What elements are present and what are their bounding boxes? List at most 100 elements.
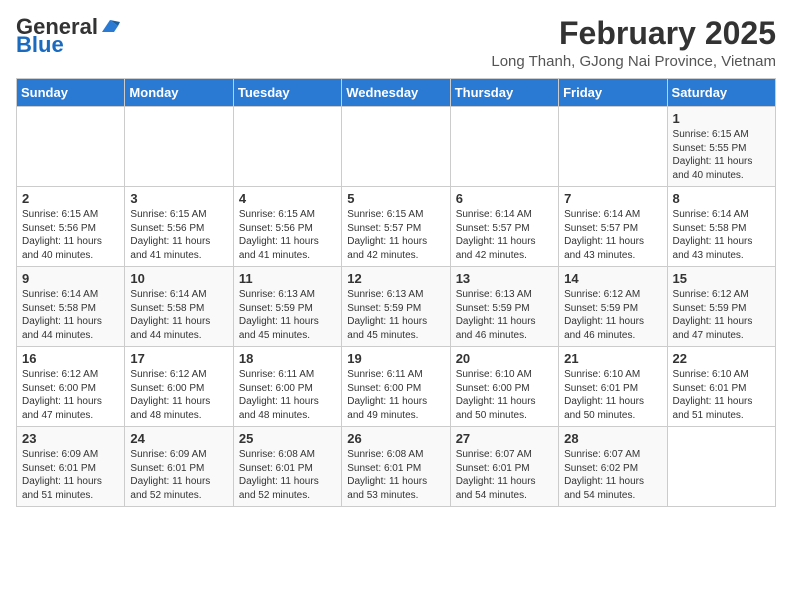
day-number: 15 [673, 271, 770, 286]
calendar-cell: 16 Sunrise: 6:12 AM Sunset: 6:00 PM Dayli… [17, 347, 125, 427]
day-number: 16 [22, 351, 119, 366]
calendar-week-row: 16 Sunrise: 6:12 AM Sunset: 6:00 PM Dayli… [17, 347, 776, 427]
day-number: 3 [130, 191, 227, 206]
day-info: Sunrise: 6:15 AM Sunset: 5:55 PM Dayligh… [673, 128, 770, 182]
day-info: Sunrise: 6:15 AM Sunset: 5:56 PM Dayligh… [22, 208, 119, 262]
calendar-cell: 4 Sunrise: 6:15 AM Sunset: 5:56 PM Daylig… [233, 187, 341, 267]
calendar-cell: 6Sunrise: 6:14 AM Sunset: 5:57 PM Daylig… [450, 187, 558, 267]
day-number: 18 [239, 351, 336, 366]
calendar-cell [667, 427, 775, 507]
day-number: 13 [456, 271, 553, 286]
weekday-header: Thursday [450, 79, 558, 107]
day-number: 17 [130, 351, 227, 366]
calendar-week-row: 1 Sunrise: 6:15 AM Sunset: 5:55 PM Daylig… [17, 107, 776, 187]
calendar-cell: 1 Sunrise: 6:15 AM Sunset: 5:55 PM Daylig… [667, 107, 775, 187]
day-info: Sunrise: 6:14 AM Sunset: 5:57 PM Dayligh… [456, 208, 553, 262]
day-info: Sunrise: 6:07 AM Sunset: 6:02 PM Dayligh… [564, 448, 661, 502]
day-number: 14 [564, 271, 661, 286]
day-number: 7 [564, 191, 661, 206]
day-info: Sunrise: 6:12 AM Sunset: 6:00 PM Dayligh… [130, 368, 227, 422]
day-info: Sunrise: 6:15 AM Sunset: 5:56 PM Dayligh… [130, 208, 227, 262]
day-number: 12 [347, 271, 444, 286]
calendar-cell [450, 107, 558, 187]
calendar-cell: 25 Sunrise: 6:08 AM Sunset: 6:01 PM Dayli… [233, 427, 341, 507]
calendar-cell: 3 Sunrise: 6:15 AM Sunset: 5:56 PM Daylig… [125, 187, 233, 267]
day-info: Sunrise: 6:09 AM Sunset: 6:01 PM Dayligh… [130, 448, 227, 502]
day-info: Sunrise: 6:08 AM Sunset: 6:01 PM Dayligh… [347, 448, 444, 502]
day-number: 10 [130, 271, 227, 286]
calendar-cell: 9 Sunrise: 6:14 AM Sunset: 5:58 PM Daylig… [17, 267, 125, 347]
calendar-cell: 18 Sunrise: 6:11 AM Sunset: 6:00 PM Dayli… [233, 347, 341, 427]
calendar-header-row: SundayMondayTuesdayWednesdayThursdayFrid… [17, 79, 776, 107]
calendar-cell: 5 Sunrise: 6:15 AM Sunset: 5:57 PM Daylig… [342, 187, 450, 267]
calendar-cell: 22 Sunrise: 6:10 AM Sunset: 6:01 PM Dayli… [667, 347, 775, 427]
day-info: Sunrise: 6:11 AM Sunset: 6:00 PM Dayligh… [239, 368, 336, 422]
calendar-week-row: 9 Sunrise: 6:14 AM Sunset: 5:58 PM Daylig… [17, 267, 776, 347]
weekday-header: Wednesday [342, 79, 450, 107]
day-number: 5 [347, 191, 444, 206]
day-number: 22 [673, 351, 770, 366]
day-number: 11 [239, 271, 336, 286]
calendar-cell: 7Sunrise: 6:14 AM Sunset: 5:57 PM Daylig… [559, 187, 667, 267]
day-number: 25 [239, 431, 336, 446]
page-header: General Blue February 2025 Long Thanh, G… [16, 16, 776, 70]
day-info: Sunrise: 6:14 AM Sunset: 5:58 PM Dayligh… [673, 208, 770, 262]
calendar-cell: 27Sunrise: 6:07 AM Sunset: 6:01 PM Dayli… [450, 427, 558, 507]
day-number: 4 [239, 191, 336, 206]
calendar-cell: 24 Sunrise: 6:09 AM Sunset: 6:01 PM Dayli… [125, 427, 233, 507]
title-block: February 2025 Long Thanh, GJong Nai Prov… [491, 16, 776, 70]
calendar-cell [125, 107, 233, 187]
day-info: Sunrise: 6:15 AM Sunset: 5:56 PM Dayligh… [239, 208, 336, 262]
day-info: Sunrise: 6:12 AM Sunset: 5:59 PM Dayligh… [564, 288, 661, 342]
day-number: 24 [130, 431, 227, 446]
weekday-header: Friday [559, 79, 667, 107]
calendar-cell [342, 107, 450, 187]
day-number: 28 [564, 431, 661, 446]
weekday-header: Tuesday [233, 79, 341, 107]
day-number: 19 [347, 351, 444, 366]
day-number: 20 [456, 351, 553, 366]
calendar-cell [559, 107, 667, 187]
calendar-cell: 26 Sunrise: 6:08 AM Sunset: 6:01 PM Dayli… [342, 427, 450, 507]
day-number: 1 [673, 111, 770, 126]
day-info: Sunrise: 6:10 AM Sunset: 6:01 PM Dayligh… [673, 368, 770, 422]
calendar-cell: 17 Sunrise: 6:12 AM Sunset: 6:00 PM Dayli… [125, 347, 233, 427]
day-number: 26 [347, 431, 444, 446]
day-info: Sunrise: 6:13 AM Sunset: 5:59 PM Dayligh… [239, 288, 336, 342]
calendar-table: SundayMondayTuesdayWednesdayThursdayFrid… [16, 78, 776, 507]
calendar-week-row: 2Sunrise: 6:15 AM Sunset: 5:56 PM Daylig… [17, 187, 776, 267]
logo: General Blue [16, 16, 120, 56]
day-info: Sunrise: 6:10 AM Sunset: 6:00 PM Dayligh… [456, 368, 553, 422]
logo-icon [100, 18, 120, 34]
calendar-week-row: 23 Sunrise: 6:09 AM Sunset: 6:01 PM Dayli… [17, 427, 776, 507]
day-info: Sunrise: 6:11 AM Sunset: 6:00 PM Dayligh… [347, 368, 444, 422]
day-info: Sunrise: 6:13 AM Sunset: 5:59 PM Dayligh… [456, 288, 553, 342]
day-info: Sunrise: 6:14 AM Sunset: 5:58 PM Dayligh… [130, 288, 227, 342]
weekday-header: Saturday [667, 79, 775, 107]
calendar-cell: 11 Sunrise: 6:13 AM Sunset: 5:59 PM Dayli… [233, 267, 341, 347]
calendar-cell: 14 Sunrise: 6:12 AM Sunset: 5:59 PM Dayli… [559, 267, 667, 347]
day-info: Sunrise: 6:12 AM Sunset: 5:59 PM Dayligh… [673, 288, 770, 342]
day-info: Sunrise: 6:13 AM Sunset: 5:59 PM Dayligh… [347, 288, 444, 342]
calendar-cell: 20 Sunrise: 6:10 AM Sunset: 6:00 PM Dayli… [450, 347, 558, 427]
calendar-cell: 13 Sunrise: 6:13 AM Sunset: 5:59 PM Dayli… [450, 267, 558, 347]
weekday-header: Sunday [17, 79, 125, 107]
day-number: 21 [564, 351, 661, 366]
calendar-cell [233, 107, 341, 187]
calendar-cell: 8 Sunrise: 6:14 AM Sunset: 5:58 PM Daylig… [667, 187, 775, 267]
day-info: Sunrise: 6:15 AM Sunset: 5:57 PM Dayligh… [347, 208, 444, 262]
location: Long Thanh, GJong Nai Province, Vietnam [491, 53, 776, 70]
day-number: 23 [22, 431, 119, 446]
day-info: Sunrise: 6:10 AM Sunset: 6:01 PM Dayligh… [564, 368, 661, 422]
day-number: 9 [22, 271, 119, 286]
weekday-header: Monday [125, 79, 233, 107]
logo-blue: Blue [16, 34, 64, 56]
calendar-cell: 19 Sunrise: 6:11 AM Sunset: 6:00 PM Dayli… [342, 347, 450, 427]
calendar-cell: 21 Sunrise: 6:10 AM Sunset: 6:01 PM Dayli… [559, 347, 667, 427]
day-info: Sunrise: 6:09 AM Sunset: 6:01 PM Dayligh… [22, 448, 119, 502]
day-info: Sunrise: 6:12 AM Sunset: 6:00 PM Dayligh… [22, 368, 119, 422]
calendar-cell: 2Sunrise: 6:15 AM Sunset: 5:56 PM Daylig… [17, 187, 125, 267]
day-info: Sunrise: 6:14 AM Sunset: 5:58 PM Dayligh… [22, 288, 119, 342]
day-info: Sunrise: 6:08 AM Sunset: 6:01 PM Dayligh… [239, 448, 336, 502]
day-number: 8 [673, 191, 770, 206]
